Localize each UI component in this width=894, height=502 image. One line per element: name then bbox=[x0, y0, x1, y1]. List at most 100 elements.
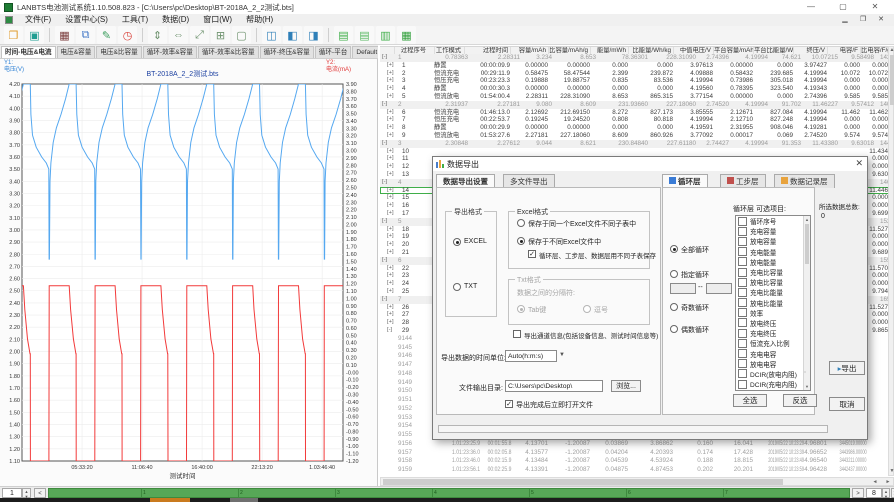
expand-icon[interactable]: [+] bbox=[387, 280, 399, 288]
chart-tab-1[interactable]: 电压&容量 bbox=[57, 46, 96, 58]
item-checkbox[interactable] bbox=[738, 298, 747, 307]
table-row[interactable]: [+]8静置00:00:29.90.000000.000000.0000.000… bbox=[380, 124, 888, 132]
expand-icon[interactable]: [+] bbox=[387, 272, 399, 280]
toolbar-list-view-button[interactable]: ▤ bbox=[334, 26, 353, 44]
cycle-item[interactable]: 循环序号 bbox=[736, 216, 810, 226]
item-checkbox[interactable] bbox=[738, 329, 747, 338]
radio-even-cycles-label[interactable]: 偶数循环 bbox=[681, 325, 709, 335]
expand-icon[interactable]: [+] bbox=[387, 171, 399, 179]
radio-even-cycles[interactable] bbox=[670, 325, 678, 333]
scroll-left-icon[interactable]: ◄ bbox=[869, 479, 881, 486]
radio-all-cycles-label[interactable]: 全部循环 bbox=[681, 245, 709, 255]
maximize-button[interactable]: ▢ bbox=[832, 1, 854, 13]
expand-icon[interactable]: [+] bbox=[387, 124, 399, 132]
collapse-icon[interactable]: [-] bbox=[382, 296, 394, 304]
radio-txt-label[interactable]: TXT bbox=[464, 283, 477, 290]
scroll-up-icon[interactable]: ▲ bbox=[804, 216, 810, 223]
checkbox-separate-sheets[interactable]: ✓ bbox=[528, 250, 536, 258]
cycle-item[interactable]: DCIR(放电内阻) bbox=[736, 369, 810, 379]
dialog-titlebar[interactable]: 数据导出 ✕ bbox=[433, 157, 867, 171]
item-checkbox[interactable] bbox=[738, 349, 747, 358]
toolbar-fit-y-axis-button[interactable]: ⇕ bbox=[148, 26, 167, 44]
waveform-chart[interactable]: Y1:电压(V)Y2:电流(mA)BT-2018A_2_2测试.bts4.204… bbox=[0, 58, 378, 486]
radio-comma[interactable] bbox=[583, 305, 591, 313]
toolbar-fit-auto-button[interactable]: ⤢ bbox=[190, 26, 209, 44]
expand-icon[interactable]: [+] bbox=[387, 132, 399, 140]
radio-same-excel-file[interactable] bbox=[517, 219, 525, 227]
scroll-down-icon[interactable]: ▼ bbox=[804, 383, 810, 390]
expand-icon[interactable]: [+] bbox=[387, 241, 399, 249]
expand-icon[interactable]: [+] bbox=[387, 311, 399, 319]
expand-icon[interactable]: [+] bbox=[387, 70, 399, 78]
cycle-item[interactable]: DCIR(充电内阻) bbox=[736, 379, 810, 389]
item-checkbox[interactable] bbox=[738, 247, 747, 256]
expand-icon[interactable]: [+] bbox=[387, 194, 399, 202]
cycle-item[interactable]: 放电终压 bbox=[736, 318, 810, 328]
radio-excel[interactable] bbox=[453, 238, 461, 246]
table-horizontal-scrollbar[interactable]: ◄ ► bbox=[380, 477, 894, 486]
toolbar-split-vertical-button[interactable]: ◫ bbox=[262, 26, 281, 44]
scroll-right-icon[interactable]: ► bbox=[882, 479, 894, 486]
expand-icon[interactable]: [+] bbox=[387, 265, 399, 273]
radio-all-cycles[interactable] bbox=[670, 245, 678, 253]
radio-tab-key-label[interactable]: Tab键 bbox=[528, 305, 546, 315]
table-row[interactable]: [+]4静置00:00:30.30.000000.000000.0000.000… bbox=[380, 85, 888, 93]
expand-icon[interactable]: [+] bbox=[387, 202, 399, 210]
cycle-item[interactable]: 充电容量 bbox=[736, 226, 810, 236]
toolbar-zoom-frame-button[interactable]: ▢ bbox=[232, 26, 251, 44]
chart-tab-0[interactable]: 时间-电压&电流 bbox=[1, 46, 56, 58]
cancel-button[interactable]: 取消 bbox=[829, 397, 865, 411]
collapse-icon[interactable]: [-] bbox=[382, 54, 394, 62]
cycle-item[interactable]: 放电比容量 bbox=[736, 277, 810, 287]
radio-odd-cycles-label[interactable]: 奇数循环 bbox=[681, 303, 709, 313]
chart-tab-3[interactable]: 循环-效率&容量 bbox=[143, 46, 197, 58]
table-row[interactable]: [+]5恒流放电01:54:00.42.28311228.310908.6538… bbox=[380, 93, 888, 101]
chevron-down-icon[interactable]: ▼ bbox=[559, 352, 565, 358]
chart-tab-7[interactable]: Default bbox=[352, 46, 381, 58]
radio-different-excel-file-label[interactable]: 保存于不同Excel文件中 bbox=[528, 237, 601, 247]
item-checkbox[interactable] bbox=[738, 217, 747, 226]
item-checkbox[interactable] bbox=[738, 237, 747, 246]
collapse-icon[interactable]: [-] bbox=[382, 218, 394, 226]
expand-icon[interactable]: [+] bbox=[387, 319, 399, 327]
expand-icon[interactable]: [+] bbox=[387, 210, 399, 218]
toolbar-list-detail-view-button[interactable]: ▤ bbox=[355, 26, 374, 44]
cycle-item[interactable]: 效率 bbox=[736, 308, 810, 318]
item-checkbox[interactable] bbox=[738, 227, 747, 236]
expand-icon[interactable]: [+] bbox=[387, 77, 399, 85]
toolbar-split-left-button[interactable]: ◧ bbox=[283, 26, 302, 44]
toolbar-open-file-button[interactable]: ❐ bbox=[4, 26, 23, 44]
radio-specified-cycles[interactable] bbox=[670, 270, 678, 278]
collapse-icon[interactable]: [-] bbox=[382, 257, 394, 265]
invert-selection-button[interactable]: 反选 bbox=[783, 394, 817, 407]
cycle-item[interactable]: 充电比容量 bbox=[736, 267, 810, 277]
toolbar-grid-view-button[interactable]: ▦ bbox=[397, 26, 416, 44]
cycle-item[interactable]: 放电电容 bbox=[736, 359, 810, 369]
expand-icon[interactable]: [+] bbox=[387, 187, 399, 195]
left-page-input[interactable]: 1 bbox=[2, 488, 22, 498]
menu-item-文件F[interactable]: 文件(F) bbox=[18, 14, 58, 26]
expand-icon[interactable]: [+] bbox=[387, 233, 399, 241]
menu-item-窗口W[interactable]: 窗口(W) bbox=[196, 14, 239, 26]
expand-icon[interactable]: [+] bbox=[387, 93, 399, 101]
scrollbar-thumb[interactable] bbox=[890, 55, 894, 105]
toolbar-edit-chart-button[interactable]: ✎ bbox=[97, 26, 116, 44]
expand-icon[interactable]: [+] bbox=[387, 85, 399, 93]
chart-tab-5[interactable]: 循环-终压&容量 bbox=[260, 46, 314, 58]
output-dir-input[interactable]: C:\Users\pc\Desktop\ bbox=[505, 380, 603, 392]
chart-tab-4[interactable]: 循环-效率&比容量 bbox=[198, 46, 259, 58]
minimize-button[interactable]: — bbox=[800, 1, 822, 13]
toolbar-export-image-button[interactable]: ▦ bbox=[55, 26, 74, 44]
table-vertical-scrollbar[interactable]: ▲ ▼ bbox=[888, 46, 894, 476]
tab-multi-file-export[interactable]: 多文件导出 bbox=[503, 174, 555, 188]
cycle-item[interactable]: 恒流充入比例 bbox=[736, 338, 810, 348]
menu-item-帮助H[interactable]: 帮助(H) bbox=[239, 14, 280, 26]
table-row[interactable]: 91581.01:23:46.000:02:15.94.13484-1.2008… bbox=[380, 457, 888, 466]
radio-excel-label[interactable]: EXCEL bbox=[464, 238, 487, 245]
collapse-icon[interactable]: [-] bbox=[382, 140, 394, 148]
radio-txt[interactable] bbox=[453, 283, 461, 291]
time-unit-select[interactable]: Auto(h:m:s) bbox=[505, 350, 557, 362]
browse-button[interactable]: 浏览... bbox=[611, 380, 641, 392]
radio-comma-label[interactable]: 逗号 bbox=[594, 305, 608, 315]
toolbar-zoom-box-button[interactable]: ⊞ bbox=[211, 26, 230, 44]
